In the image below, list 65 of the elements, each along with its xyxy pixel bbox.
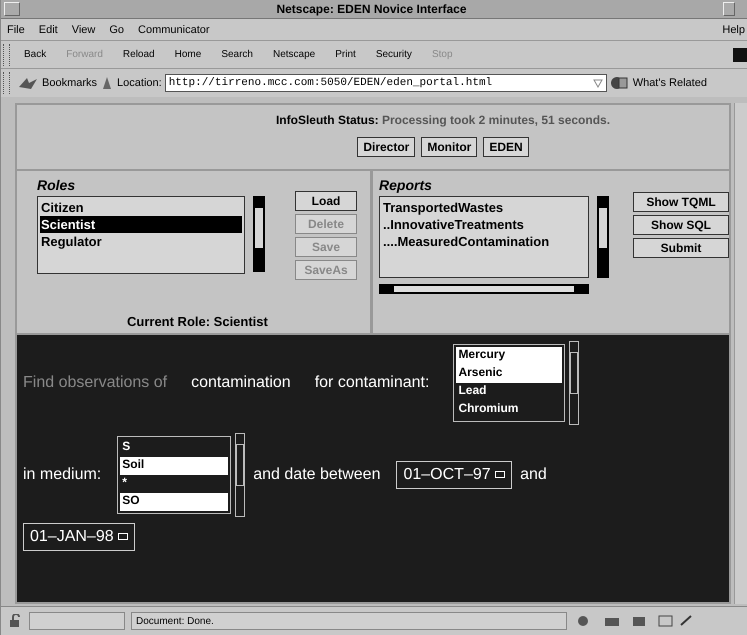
menu-item[interactable]: Communicator [138,24,210,36]
window-title: Netscape: EDEN Novice Interface [275,2,468,16]
query-text: in medium: [23,466,102,484]
scrollbar[interactable] [597,196,609,278]
list-item[interactable]: ....MeasuredContamination [382,233,586,250]
dropdown-icon[interactable] [592,78,603,88]
toolbar-button[interactable]: Reload [112,49,165,60]
list-item[interactable]: Scientist [40,216,242,233]
list-item[interactable]: S [120,439,228,457]
menu-item[interactable]: File [7,24,25,36]
panel-title: Roles [37,177,76,193]
query-text: Find observations of [23,374,168,392]
whats-related-button[interactable]: What's Related [632,77,707,89]
nav-button[interactable]: EDEN [483,137,529,157]
minimize-button[interactable] [723,2,735,16]
window-menu-button[interactable] [4,2,20,16]
current-role: Current Role: Scientist [127,314,269,329]
panel-title: Reports [379,177,433,193]
list-item[interactable]: TransportedWastes [382,199,586,216]
scrollbar[interactable] [235,433,246,517]
url-field[interactable]: http://tirreno.mcc.com:5050/EDEN/eden_portal.html [164,74,607,92]
scrollbar[interactable] [253,196,265,272]
menu-item[interactable]: Edit [38,24,58,36]
scrollbar[interactable] [379,284,589,294]
query-text: and date between [253,466,380,484]
lock-icon[interactable] [9,614,23,628]
list-item[interactable]: SO [120,493,228,511]
toolbar-grip[interactable] [3,72,10,94]
report-button[interactable]: Submit [633,238,729,258]
scrollbar[interactable] [734,103,747,604]
toolbar-button[interactable]: Netscape [263,49,326,60]
location-label: Location: [117,77,162,89]
toolbar-button[interactable]: Print [325,49,366,60]
logo-icon [733,48,747,62]
report-button[interactable]: Show TQML [633,192,729,212]
toolbar-button[interactable]: Back [14,49,56,60]
menu-item[interactable]: Help [722,24,745,36]
toolbar-button[interactable]: Security [366,49,422,60]
menu-item[interactable]: View [72,24,96,36]
query-text: and [520,466,547,484]
query-text: for contaminant: [314,374,430,392]
status-message: Document: Done. [131,612,567,630]
date-dropdown[interactable]: 01–OCT–97 [396,461,512,489]
bookmarks-button[interactable]: Bookmarks [42,77,98,89]
toolbar-button[interactable]: Search [211,49,263,60]
list-item[interactable]: * [120,475,228,493]
scrollbar[interactable] [569,341,580,425]
toolbar-grip[interactable] [3,44,10,66]
list-item[interactable]: ..InnovativeTreatments [382,216,586,233]
query-text: contamination [191,374,291,392]
list-item[interactable]: Soil [120,457,228,475]
date-dropdown[interactable]: 01–JAN–98 [23,523,136,551]
nav-button[interactable]: Monitor [421,137,478,157]
list-item[interactable]: Regulator [40,233,242,250]
list-item[interactable]: Arsenic [456,365,562,383]
list-item[interactable]: Citizen [40,199,242,216]
role-button[interactable]: Load [295,191,357,211]
list-item[interactable]: Chromium [456,401,562,419]
nav-button[interactable]: Director [357,137,416,157]
status-text: InfoSleuth Status: Processing took 2 minutes, 51 seconds. [276,113,610,127]
list-item[interactable]: Mercury [456,347,562,365]
menu-item[interactable]: Go [109,24,124,36]
report-button[interactable]: Show SQL [633,215,729,235]
toolbar-button[interactable]: Home [164,49,212,60]
list-item[interactable]: Lead [456,383,562,401]
